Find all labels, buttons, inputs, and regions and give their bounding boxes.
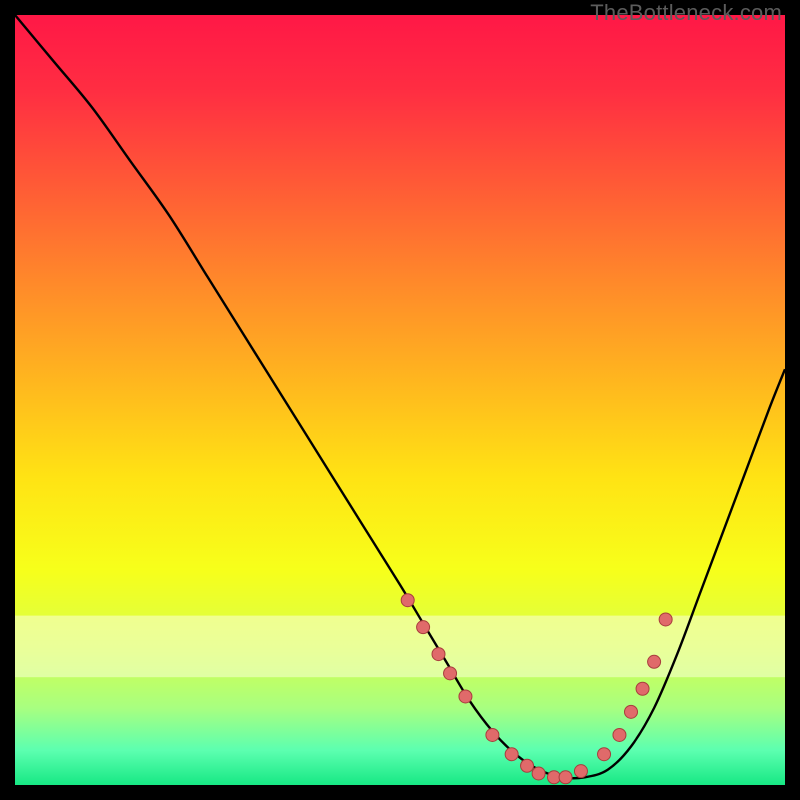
sample-point — [613, 728, 626, 741]
sample-point — [486, 728, 499, 741]
sample-point — [648, 655, 661, 668]
sample-point — [559, 771, 572, 784]
sample-point — [432, 648, 445, 661]
sample-point — [444, 667, 457, 680]
sample-point — [598, 748, 611, 761]
chart-frame — [15, 15, 785, 785]
sample-point — [574, 765, 587, 778]
sample-point — [659, 613, 672, 626]
watermark-text: TheBottleneck.com — [590, 0, 782, 26]
sample-point — [521, 759, 534, 772]
sample-point — [532, 767, 545, 780]
sample-point — [401, 594, 414, 607]
sample-point — [636, 682, 649, 695]
sample-point — [417, 621, 430, 634]
sample-point — [459, 690, 472, 703]
sample-point — [505, 748, 518, 761]
bottleneck-chart — [15, 15, 785, 785]
sample-point — [625, 705, 638, 718]
